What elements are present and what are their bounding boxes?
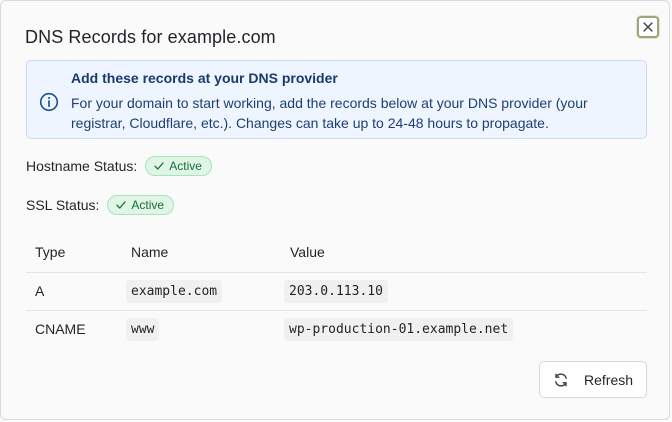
- record-name[interactable]: www: [126, 318, 160, 341]
- close-button[interactable]: [637, 16, 659, 38]
- table-row: CNAME www wp-production-01.example.net: [26, 311, 647, 348]
- dns-records-dialog: DNS Records for example.com Add these re…: [0, 0, 670, 420]
- check-icon: [116, 201, 127, 209]
- info-heading: Add these records at your DNS provider: [71, 70, 338, 86]
- dns-records-table: Type Name Value A example.com 203.0.113.…: [26, 233, 647, 348]
- hostname-status-value: Active: [169, 159, 202, 173]
- table-row: A example.com 203.0.113.10: [26, 273, 647, 311]
- refresh-button[interactable]: Refresh: [539, 361, 647, 398]
- record-type: CNAME: [35, 321, 86, 337]
- close-icon: [643, 22, 653, 32]
- info-body: For your domain to start working, add th…: [71, 95, 588, 131]
- hostname-status-row: Hostname Status: Active: [26, 156, 212, 176]
- refresh-icon: [555, 372, 567, 387]
- info-icon: [39, 92, 59, 112]
- record-name[interactable]: example.com: [126, 280, 223, 303]
- ssl-status-badge: Active: [107, 195, 175, 215]
- refresh-button-label: Refresh: [584, 371, 634, 388]
- dialog-title: DNS Records for example.com: [25, 27, 276, 47]
- column-header-type: Type: [35, 244, 66, 260]
- hostname-status-badge: Active: [145, 156, 212, 176]
- table-header: Type Name Value: [26, 233, 647, 273]
- hostname-status-label: Hostname Status:: [26, 158, 138, 174]
- column-header-value: Value: [290, 244, 325, 260]
- ssl-status-value: Active: [131, 198, 165, 212]
- ssl-status-row: SSL Status: Active: [26, 195, 175, 215]
- record-value[interactable]: 203.0.113.10: [284, 280, 388, 303]
- ssl-status-label: SSL Status:: [26, 197, 100, 213]
- column-header-name: Name: [131, 244, 169, 260]
- record-type: A: [35, 283, 45, 299]
- info-alert: Add these records at your DNS provider F…: [26, 60, 647, 139]
- check-icon: [154, 162, 164, 170]
- record-value[interactable]: wp-production-01.example.net: [284, 318, 514, 341]
